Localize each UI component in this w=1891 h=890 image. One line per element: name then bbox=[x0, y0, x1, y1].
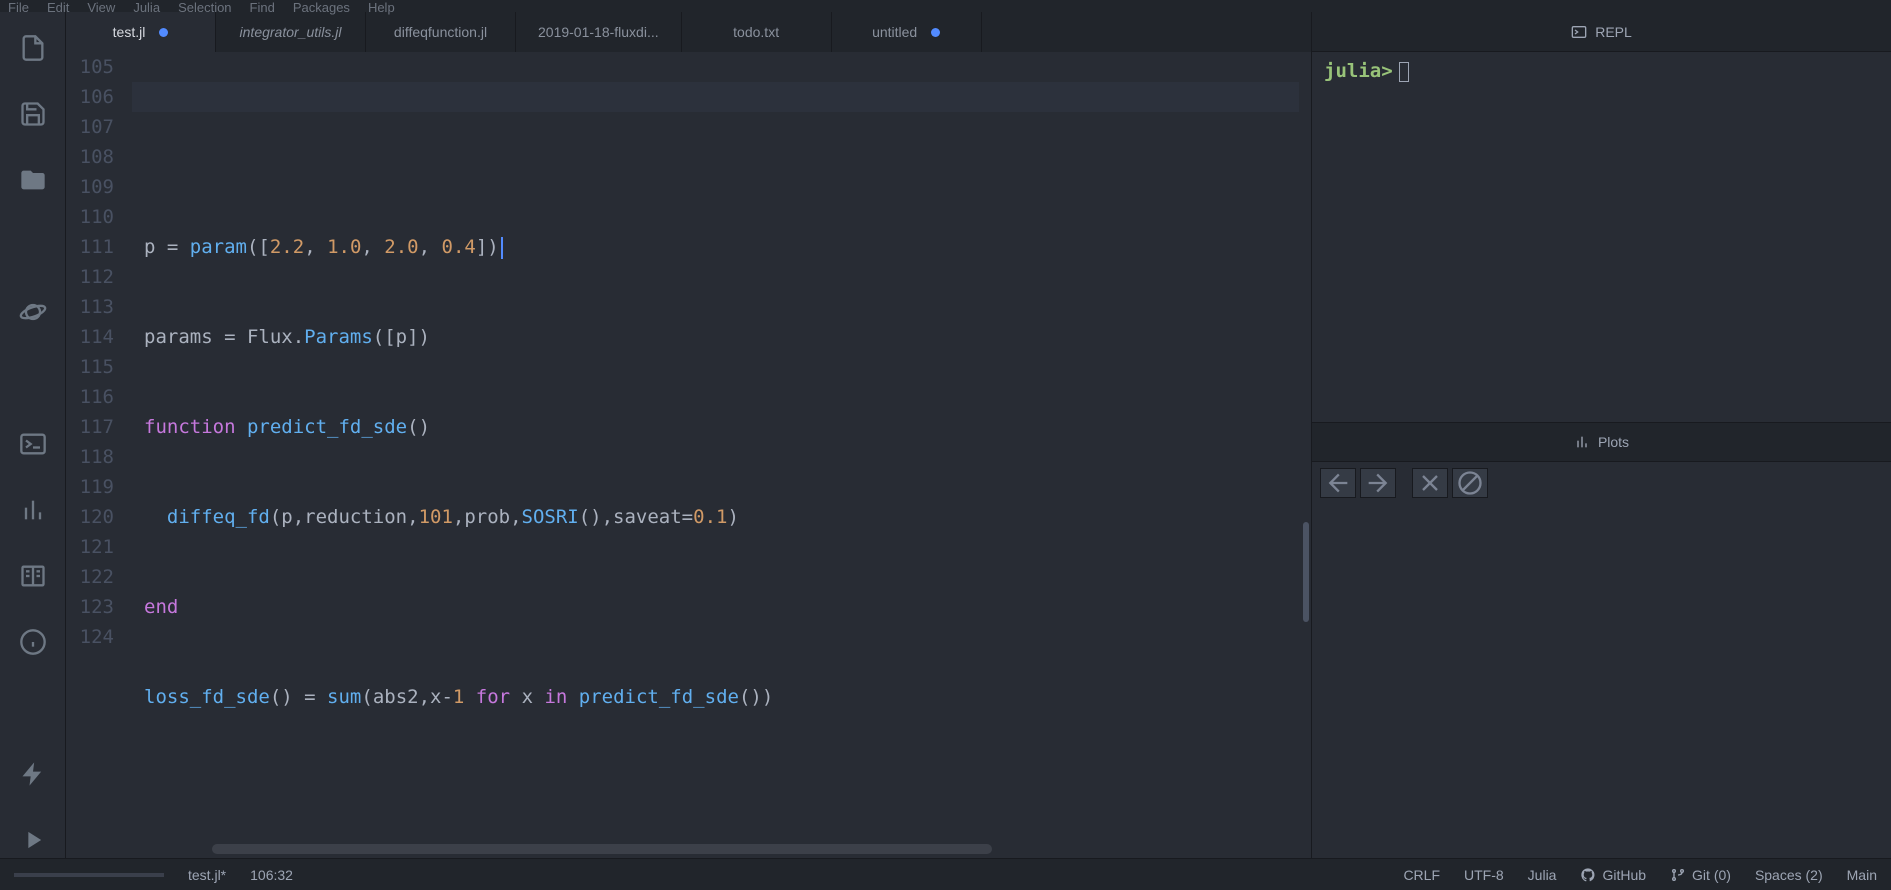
menu-julia[interactable]: Julia bbox=[133, 0, 160, 15]
github-icon bbox=[1580, 867, 1596, 883]
menu-help[interactable]: Help bbox=[368, 0, 395, 15]
terminal-small-icon bbox=[1571, 24, 1587, 40]
tab-bar: test.jl integrator_utils.jl diffeqfuncti… bbox=[66, 12, 1311, 52]
code-line: end bbox=[144, 592, 1311, 622]
menubar: File Edit View Julia Selection Find Pack… bbox=[0, 0, 1891, 12]
status-eol[interactable]: CRLF bbox=[1403, 867, 1440, 883]
status-progress-track bbox=[14, 873, 164, 877]
info-icon[interactable] bbox=[19, 628, 47, 656]
modified-dot-icon bbox=[159, 28, 168, 37]
file-icon[interactable] bbox=[19, 34, 47, 62]
code-line: function predict_fd_sde() bbox=[144, 412, 1311, 442]
tab-todo[interactable]: todo.txt bbox=[682, 12, 832, 52]
barchart-small-icon bbox=[1574, 434, 1590, 450]
status-github[interactable]: GitHub bbox=[1580, 867, 1646, 883]
tab-fluxdi[interactable]: 2019-01-18-fluxdi... bbox=[516, 12, 682, 52]
editor-body[interactable]: 1051061071081091101111121131141151161171… bbox=[66, 52, 1311, 858]
plots-toolbar bbox=[1312, 462, 1891, 504]
plots-prev-button[interactable] bbox=[1320, 468, 1356, 498]
status-git[interactable]: Git (0) bbox=[1670, 867, 1731, 883]
bolt-icon[interactable] bbox=[19, 760, 47, 788]
book-icon[interactable] bbox=[19, 562, 47, 590]
code-line: diffeq_fd(p,reduction,101,prob,SOSRI(),s… bbox=[144, 502, 1311, 532]
tab-test[interactable]: test.jl bbox=[66, 12, 216, 52]
plots-next-button[interactable] bbox=[1360, 468, 1396, 498]
horizontal-scrollbar[interactable] bbox=[212, 844, 992, 854]
plots-header[interactable]: Plots bbox=[1312, 422, 1891, 462]
code-line: params = Flux.Params([p]) bbox=[144, 322, 1311, 352]
status-file[interactable]: test.jl* bbox=[188, 867, 226, 883]
code-line bbox=[144, 772, 1311, 802]
repl-header[interactable]: REPL bbox=[1312, 12, 1891, 52]
repl-prompt: julia> bbox=[1324, 60, 1393, 82]
menu-edit[interactable]: Edit bbox=[47, 0, 69, 15]
repl-title: REPL bbox=[1595, 24, 1632, 40]
plots-body bbox=[1312, 504, 1891, 858]
menu-find[interactable]: Find bbox=[250, 0, 275, 15]
modified-dot-icon bbox=[931, 28, 940, 37]
barchart-icon[interactable] bbox=[19, 496, 47, 524]
code-line: loss_fd_sde() = sum(abs2,x-1 for x in pr… bbox=[144, 682, 1311, 712]
save-icon[interactable] bbox=[19, 100, 47, 128]
repl-body[interactable]: julia> bbox=[1312, 52, 1891, 422]
menu-view[interactable]: View bbox=[87, 0, 115, 15]
tab-diffeqfunction[interactable]: diffeqfunction.jl bbox=[366, 12, 516, 52]
statusbar: test.jl* 106:32 CRLF UTF-8 Julia GitHub … bbox=[0, 858, 1891, 890]
git-branch-icon bbox=[1670, 867, 1686, 883]
status-branch[interactable]: Main bbox=[1847, 867, 1877, 883]
status-language[interactable]: Julia bbox=[1528, 867, 1557, 883]
tab-untitled[interactable]: untitled bbox=[832, 12, 982, 52]
line-gutter: 1051061071081091101111121131141151161171… bbox=[66, 52, 132, 858]
activity-bar bbox=[0, 12, 66, 858]
plots-cancel-button[interactable] bbox=[1452, 468, 1488, 498]
status-cursor-pos[interactable]: 106:32 bbox=[250, 867, 293, 883]
status-spaces[interactable]: Spaces (2) bbox=[1755, 867, 1823, 883]
code-line bbox=[144, 142, 1311, 172]
vertical-scrollbar[interactable] bbox=[1303, 522, 1309, 622]
folder-icon[interactable] bbox=[19, 166, 47, 194]
menu-file[interactable]: File bbox=[8, 0, 29, 15]
menu-selection[interactable]: Selection bbox=[178, 0, 231, 15]
code-area[interactable]: p = param([2.2, 1.0, 2.0, 0.4]) params =… bbox=[132, 52, 1311, 858]
plots-title: Plots bbox=[1598, 434, 1629, 450]
menu-packages[interactable]: Packages bbox=[293, 0, 350, 15]
repl-cursor bbox=[1399, 62, 1409, 82]
plots-close-button[interactable] bbox=[1412, 468, 1448, 498]
play-icon[interactable] bbox=[19, 826, 47, 854]
code-line: p = param([2.2, 1.0, 2.0, 0.4]) bbox=[144, 232, 1311, 262]
status-encoding[interactable]: UTF-8 bbox=[1464, 867, 1504, 883]
tab-integrator-utils[interactable]: integrator_utils.jl bbox=[216, 12, 366, 52]
terminal-icon[interactable] bbox=[19, 430, 47, 458]
right-panel: REPL julia> Plots bbox=[1311, 12, 1891, 858]
active-line-highlight bbox=[132, 82, 1299, 112]
planet-icon[interactable] bbox=[19, 298, 47, 326]
text-cursor bbox=[501, 237, 503, 259]
editor-column: test.jl integrator_utils.jl diffeqfuncti… bbox=[66, 12, 1311, 858]
